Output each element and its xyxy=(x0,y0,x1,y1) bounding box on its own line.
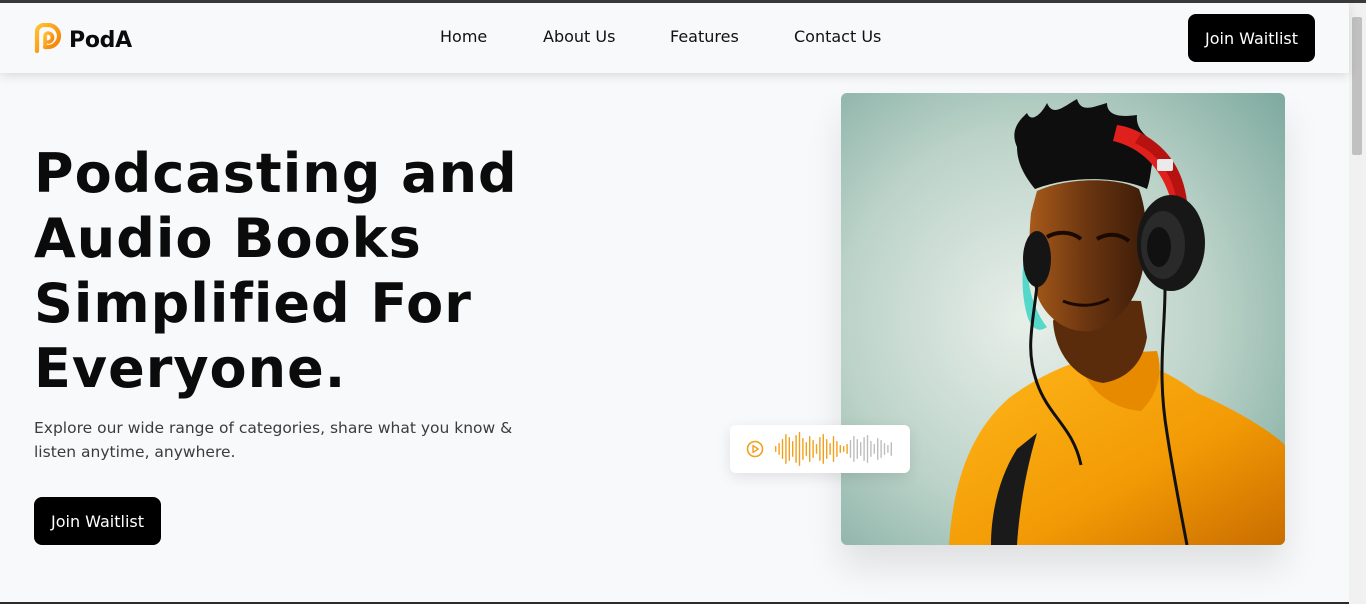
scrollbar[interactable] xyxy=(1349,3,1366,604)
navbar: PodA Home About Us Features Contact Us J… xyxy=(0,3,1349,73)
hero-subtitle: Explore our wide range of categories, sh… xyxy=(34,419,513,461)
hero-title-line: Podcasting and xyxy=(34,142,518,205)
hero-title-line: Everyone. xyxy=(34,337,347,400)
nav-link-contact-us[interactable]: Contact Us xyxy=(794,27,881,46)
main-nav: Home About Us Features Contact Us xyxy=(0,27,1349,49)
play-circle-icon[interactable] xyxy=(746,440,764,458)
audio-waveform-icon xyxy=(774,431,898,467)
person-with-headphones-image xyxy=(841,93,1285,545)
hero-title: Podcasting and Audio Books Simplified Fo… xyxy=(34,141,594,401)
scrollbar-thumb[interactable] xyxy=(1352,17,1362,155)
join-waitlist-nav-button[interactable]: Join Waitlist xyxy=(1188,14,1315,62)
hero-title-line: Audio Books xyxy=(34,207,422,270)
hero-title-line: Simplified For xyxy=(34,272,472,335)
nav-link-about-us[interactable]: About Us xyxy=(543,27,615,46)
nav-link-features[interactable]: Features xyxy=(670,27,739,46)
join-waitlist-hero-button[interactable]: Join Waitlist xyxy=(34,497,161,545)
nav-link-home[interactable]: Home xyxy=(440,27,487,46)
audio-player-card xyxy=(730,425,910,473)
